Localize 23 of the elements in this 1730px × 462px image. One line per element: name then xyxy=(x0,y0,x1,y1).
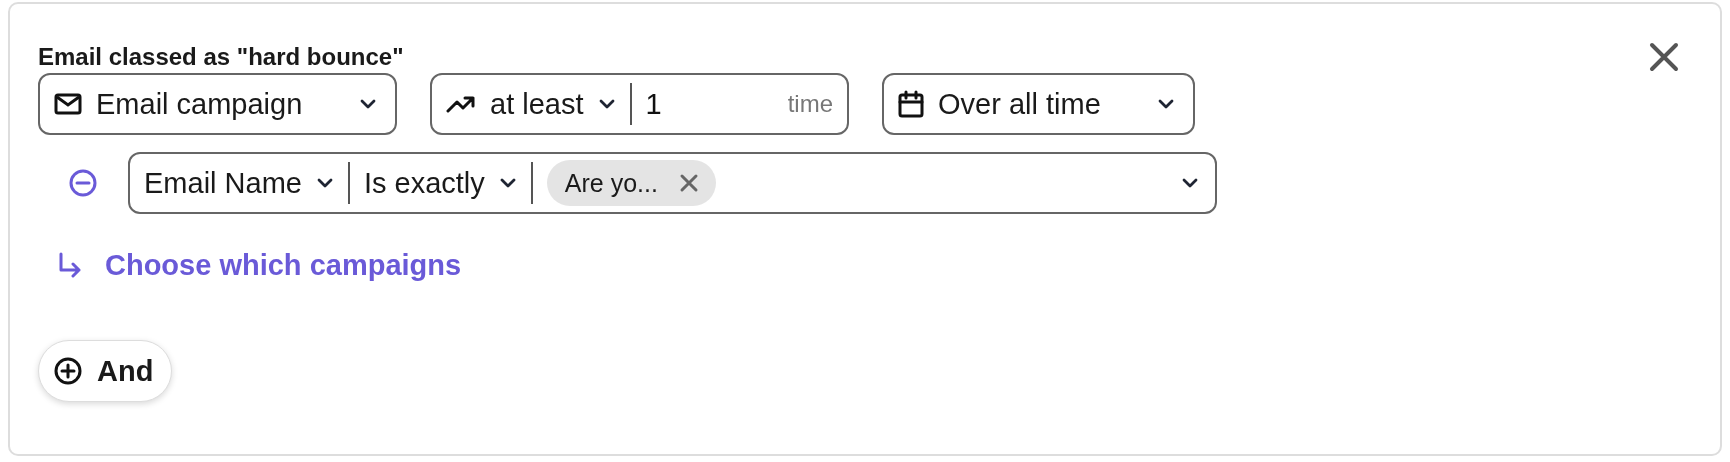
calendar-icon xyxy=(898,90,924,118)
add-icon xyxy=(53,356,83,386)
condition-title: Email classed as "hard bounce" xyxy=(38,43,404,71)
chip-label: Are yo... xyxy=(564,168,658,198)
chevron-down-icon xyxy=(1157,98,1175,110)
remove-icon[interactable] xyxy=(68,168,98,198)
campaign-dropdown[interactable]: Email campaign xyxy=(38,73,397,135)
chevron-down-icon xyxy=(1181,177,1199,189)
chevron-down-icon xyxy=(597,98,616,110)
envelope-icon xyxy=(54,92,82,116)
condition-dropdown[interactable]: Is exactly xyxy=(349,154,531,212)
chevron-down-icon xyxy=(315,177,334,189)
chevron-down-icon xyxy=(359,98,377,110)
trending-up-icon xyxy=(446,94,476,114)
return-arrow-icon xyxy=(57,251,83,280)
period-dropdown[interactable]: Over all time xyxy=(882,73,1195,135)
field-dropdown[interactable]: Email Name xyxy=(130,154,348,212)
close-button[interactable] xyxy=(1648,41,1680,73)
unit-label: time xyxy=(787,90,834,118)
chevron-down-icon xyxy=(498,177,517,189)
choose-campaigns-link[interactable]: Choose which campaigns xyxy=(105,249,462,282)
operator-dropdown[interactable]: at least xyxy=(432,75,630,133)
and-button[interactable]: And xyxy=(38,340,173,402)
